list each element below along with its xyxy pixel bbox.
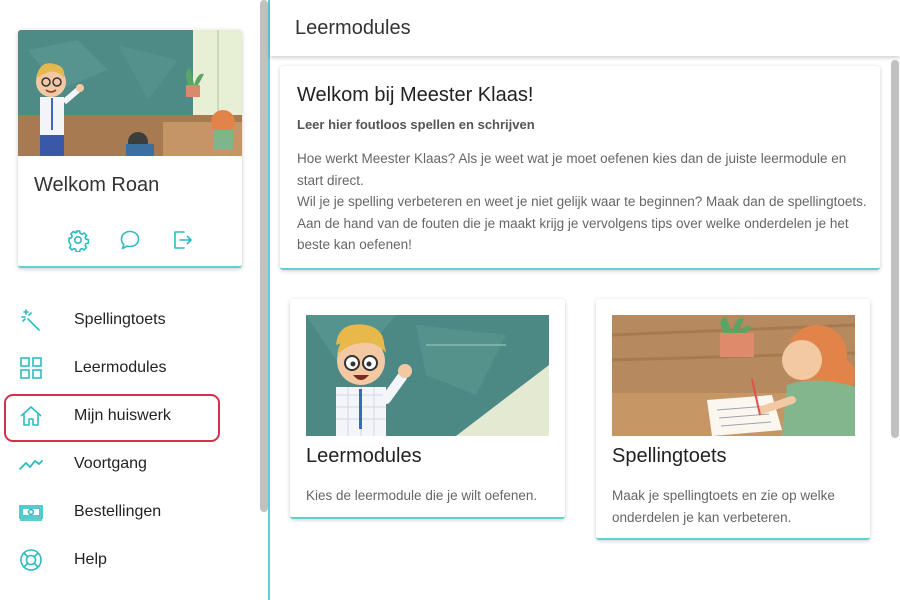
chat-bubble-icon [120,230,140,250]
logout-button[interactable] [170,228,194,252]
card-description: Maak je spellingtoets en zie op welke on… [612,488,835,525]
sidebar-nav: Spellingtoets Leermodules Mijn huiswerk [0,296,258,584]
sidebar-item-label: Spellingtoets [74,311,166,328]
spellingtoets-card[interactable]: Spellingtoets Maak je spellingtoets en z… [596,299,870,540]
sidebar-item-mijn-huiswerk[interactable]: Mijn huiswerk [0,392,258,442]
intro-title: Welkom bij Meester Klaas! [297,84,534,106]
grid-icon [19,356,43,380]
gear-icon [68,230,90,253]
leermodules-card[interactable]: Leermodules Kies de leermodule die je wi… [290,299,565,519]
teacher-illustration [306,315,549,436]
intro-subtitle: Leer hier foutloos spellen en schrijven [297,117,535,132]
intro-paragraph: Hoe werkt Meester Klaas? Als je weet wat… [297,151,847,188]
sidebar-scrollbar-thumb[interactable] [260,0,268,512]
sidebar-item-label: Leermodules [74,359,167,376]
intro-body: Hoe werkt Meester Klaas? Als je weet wat… [297,148,867,256]
page-title: Leermodules [295,17,411,39]
classroom-illustration [18,30,242,156]
sidebar-item-leermodules[interactable]: Leermodules [0,344,258,392]
trend-line-icon [19,452,43,476]
card-title: Spellingtoets [612,445,727,467]
lifebuoy-icon [19,548,43,572]
main-scrollbar-thumb[interactable] [891,60,899,438]
sidebar: Welkom Roan Spellingtoets Leermodules Mi… [0,0,258,600]
logout-icon [174,231,192,249]
main-content: Leermodules Welkom bij Meester Klaas! Le… [270,0,900,600]
profile-actions [66,228,194,253]
sidebar-item-help[interactable]: Help [0,536,258,584]
chat-button[interactable] [118,228,142,252]
banknote-icon [19,500,43,524]
welcome-text: Welkom Roan [34,174,160,196]
sidebar-item-label: Bestellingen [74,503,162,520]
student-writing-illustration [612,315,855,436]
intro-card: Welkom bij Meester Klaas! Leer hier fout… [280,66,880,270]
sidebar-item-label: Help [74,551,107,568]
top-bar: Leermodules [270,0,900,56]
intro-paragraph: Wil je je spelling verbeteren en weet je… [297,194,867,252]
sidebar-item-label: Mijn huiswerk [74,407,171,424]
settings-button[interactable] [66,228,90,253]
card-title: Leermodules [306,445,422,467]
home-icon [19,404,43,428]
main-scrollbar[interactable] [890,56,900,600]
sidebar-item-voortgang[interactable]: Voortgang [0,440,258,488]
card-description: Kies de leermodule die je wilt oefenen. [306,488,538,503]
sidebar-item-spellingtoets[interactable]: Spellingtoets [0,296,258,344]
magic-wand-icon [19,308,43,332]
profile-card: Welkom Roan [18,30,242,268]
sidebar-item-label: Voortgang [74,455,147,472]
sidebar-item-bestellingen[interactable]: Bestellingen [0,488,258,536]
